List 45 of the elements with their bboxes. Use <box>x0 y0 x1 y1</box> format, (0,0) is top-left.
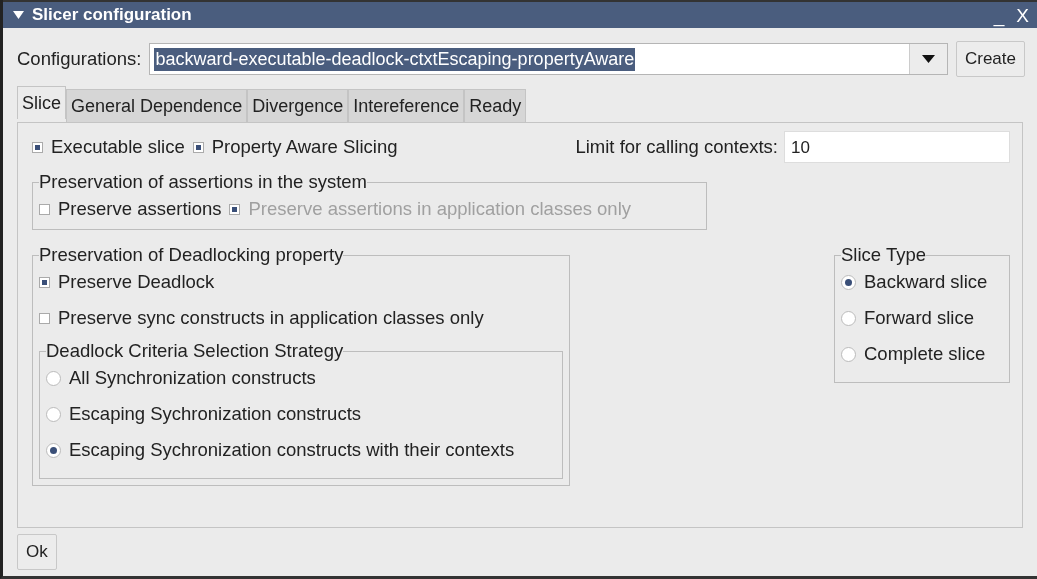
window-title: Slicer configuration <box>32 5 193 25</box>
radio-button[interactable] <box>46 370 61 386</box>
caret-icon <box>13 11 24 19</box>
radio-button[interactable] <box>841 346 856 362</box>
minimize-button[interactable]: _ <box>991 5 1007 25</box>
tab[interactable]: Intereference <box>348 89 465 122</box>
checkbox[interactable] <box>32 141 43 153</box>
dropdown-button[interactable] <box>908 44 947 74</box>
option-label: All Synchronization constructs <box>69 367 316 389</box>
field-label: Configurations: <box>17 48 142 70</box>
option-label: Backward slice <box>864 271 988 293</box>
group-title: Deadlock Criteria Selection Strategy <box>46 340 344 362</box>
tab[interactable]: General Dependence <box>66 89 248 122</box>
group-title: Preservation of Deadlocking property <box>39 244 344 266</box>
radio-button[interactable] <box>46 442 61 458</box>
create-button[interactable]: Create <box>955 41 1025 77</box>
checkbox[interactable] <box>39 312 50 324</box>
option-label: Preserve Deadlock <box>58 271 215 293</box>
radio-button[interactable] <box>841 274 856 290</box>
tab[interactable]: Ready <box>464 89 527 122</box>
group-title: Preservation of assertions in the system <box>39 171 367 193</box>
option-label: Preserve assertions <box>58 198 222 220</box>
option-label: Executable slice <box>51 136 185 158</box>
option-label: Preserve assertions in application classes only <box>248 198 631 220</box>
option-label: Forward slice <box>864 307 974 329</box>
tab[interactable]: Divergence <box>247 89 349 122</box>
ok-button[interactable]: Ok <box>17 534 57 570</box>
checkbox[interactable] <box>39 203 50 215</box>
group-title: Slice Type <box>841 244 926 266</box>
field-label: Limit for calling contexts: <box>575 136 778 158</box>
input-field[interactable]: 10 <box>784 131 1010 163</box>
tab[interactable]: Slice <box>17 86 66 119</box>
checkbox[interactable] <box>192 141 204 153</box>
dropdown-value: backward-executable-deadlock-ctxtEscaping-propertyAware <box>154 47 636 71</box>
close-button[interactable]: X <box>1014 5 1031 25</box>
option-label: Escaping Sychronization constructs with their contexts <box>69 439 515 461</box>
checkbox[interactable] <box>39 276 50 288</box>
option-label: Escaping Sychronization constructs <box>69 403 362 425</box>
option-label: Preserve sync constructs in application classes only <box>58 307 484 329</box>
configuration-dropdown[interactable]: backward-executable-deadlock-ctxtEscaping-propertyAware <box>149 43 948 75</box>
radio-button[interactable] <box>46 406 61 422</box>
caret-icon <box>921 55 935 63</box>
radio-button[interactable] <box>841 310 856 326</box>
option-label: Property Aware Slicing <box>211 136 398 158</box>
option-label: Complete slice <box>864 343 986 365</box>
